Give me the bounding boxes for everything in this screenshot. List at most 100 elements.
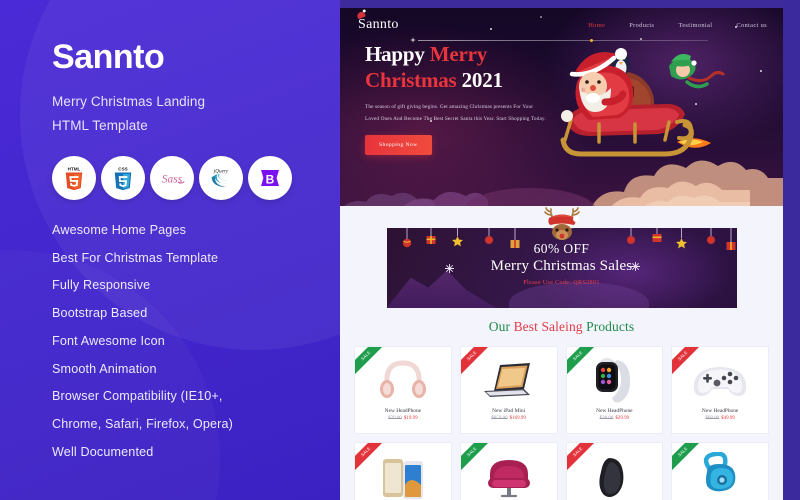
jquery-icon: jQuery	[211, 168, 229, 187]
feature-item: Chrome, Safari, Firefox, Opera)	[52, 417, 234, 432]
sale-badge: SALE	[355, 443, 385, 473]
product-price: $38.00 $29.99	[600, 416, 630, 421]
site-logo[interactable]: Sannto	[356, 10, 399, 33]
nav-link-products[interactable]: Products	[629, 22, 654, 29]
page-subtitle: Merry Christmas Landing HTML Template	[52, 90, 340, 138]
products-heading-best-saleing: Best Saleing	[513, 319, 587, 334]
sale-badge-label: SALE	[460, 443, 491, 472]
products-section: Our Best Saleing Products SALE New HeadP…	[340, 308, 783, 500]
svg-text:HTML: HTML	[68, 166, 81, 171]
feature-item: Browser Compatibility (IE10+,	[52, 389, 223, 404]
product-card[interactable]: SALE	[459, 442, 558, 500]
products-heading-products: Products	[586, 319, 635, 334]
hero-heading-happy: Happy	[365, 42, 430, 66]
product-name: New HeadPhone	[384, 408, 422, 414]
screenshot-root: Sannto Merry Christmas Landing HTML Temp…	[0, 0, 800, 500]
product-old-price: $29.00	[388, 416, 402, 421]
sale-badge: SALE	[460, 443, 491, 473]
sale-badge-label: SALE	[672, 443, 703, 472]
product-name: New HeadPhone	[596, 408, 633, 414]
sale-badge: SALE	[672, 347, 703, 377]
hero-heading-line-1: Happy Merry	[365, 41, 600, 67]
feature-item: Awesome Home Pages	[52, 222, 187, 237]
jquery-badge: jQuery	[199, 155, 243, 200]
product-price: $68.00 $49.99	[705, 416, 735, 421]
banner-promo-code: Please Use Code: QRS2801	[523, 279, 600, 287]
promo-left-panel: Sannto Merry Christmas Landing HTML Temp…	[0, 0, 340, 500]
reindeer-icon	[543, 207, 580, 240]
site-logo-label: Sannto	[358, 17, 399, 32]
nav-link-home[interactable]: Home	[588, 22, 605, 29]
hero-heading-merry: Merry	[429, 42, 488, 66]
svg-text:B: B	[266, 172, 275, 186]
svg-text:Sass: Sass	[162, 173, 183, 185]
product-card[interactable]: SALE	[565, 442, 664, 500]
product-card[interactable]: SALE New Head	[565, 346, 664, 434]
products-heading-our: Our	[488, 319, 514, 334]
product-grid: SALE New HeadPhone $29.00 $19.99 SALE Ne…	[340, 335, 783, 500]
html5-icon: HTML	[65, 166, 83, 190]
bootstrap-icon: B	[261, 169, 279, 186]
product-card[interactable]: SALE New iPad Mini $859.00 $169.99	[459, 346, 558, 434]
sale-badge: SALE	[355, 347, 385, 377]
product-price: $29.00 $19.99	[388, 416, 418, 421]
product-name: New iPad Mini	[492, 408, 526, 414]
product-old-price: $38.00	[599, 416, 614, 421]
products-heading: Our Best Saleing Products	[340, 319, 783, 335]
sale-badge-label: SALE	[355, 443, 385, 472]
hero-content: Happy Merry Christmas 2021 The season of…	[340, 33, 600, 155]
sass-icon: Sass	[162, 173, 185, 185]
vacuum-icon	[703, 452, 736, 492]
nav-link-contact-us[interactable]: Contact us	[736, 22, 767, 29]
product-old-price: $68.00	[705, 416, 720, 421]
feature-item: Bootstrap Based	[52, 306, 148, 321]
css3-icon: CSS	[114, 166, 132, 190]
smartwatch-icon	[596, 358, 631, 403]
product-new-price: $29.99	[615, 416, 630, 421]
product-card[interactable]: SALE	[671, 442, 769, 500]
subtitle-line-1: Merry Christmas Landing	[52, 93, 206, 109]
site-navbar: Sannto Home Products Testimonial Contact…	[340, 8, 783, 33]
sale-badge-label: SALE	[566, 443, 597, 472]
sass-badge: Sass	[150, 155, 194, 200]
product-old-price: $859.00	[491, 416, 508, 421]
hero-heading-year: 2021	[461, 68, 503, 93]
feature-item: Font Awesome Icon	[52, 333, 165, 348]
nav-link-testimonial[interactable]: Testimonial	[678, 22, 712, 29]
sale-badge: SALE	[566, 443, 597, 473]
sale-badge: SALE	[460, 347, 491, 377]
website-preview: Sannto Home Products Testimonial Contact…	[340, 8, 783, 500]
page-title: Sannto	[52, 38, 165, 76]
subtitle-line-2: HTML Template	[52, 117, 148, 133]
tech-badge-row: HTML CSS Sass jQuery B	[52, 155, 340, 200]
html5-badge: HTML	[52, 155, 96, 200]
sale-badge: SALE	[566, 347, 597, 377]
hero-paragraph: The season of gift giving begins. Get am…	[365, 103, 546, 123]
product-card[interactable]: SALE New Head	[671, 346, 769, 434]
product-card[interactable]: SALE	[354, 442, 452, 500]
sale-badge-label: SALE	[566, 347, 597, 376]
hero-section: Sannto Home Products Testimonial Contact…	[340, 8, 783, 206]
template-preview-panel: Sannto Home Products Testimonial Contact…	[340, 0, 800, 500]
hero-heading-line-2: Christmas 2021	[365, 67, 600, 93]
banner-discount: 60% OFF	[533, 241, 590, 256]
sale-badge-label: SALE	[355, 347, 385, 376]
hero-heading: Happy Merry Christmas 2021	[365, 41, 600, 94]
product-new-price: $49.99	[721, 416, 735, 421]
sale-badge-label: SALE	[460, 347, 491, 376]
product-new-price: $19.99	[403, 416, 418, 421]
sale-badge: SALE	[672, 443, 703, 473]
product-name: New HeadPhone	[701, 408, 739, 414]
product-card[interactable]: SALE New HeadPhone $29.00 $19.99	[354, 346, 452, 434]
feature-item: Well Documented	[52, 444, 154, 459]
product-price: $859.00 $169.99	[491, 416, 526, 421]
shopping-now-button[interactable]: Shopping Now	[365, 134, 432, 155]
feature-item: Fully Responsive	[52, 278, 151, 293]
sale-badge-label: SALE	[672, 347, 703, 376]
feature-item: Best For Christmas Template	[52, 250, 219, 265]
svg-text:CSS: CSS	[118, 166, 127, 171]
css3-badge: CSS	[101, 155, 145, 200]
feature-item: Smooth Animation	[52, 361, 157, 376]
banner-title: Merry Christmas Sales	[490, 257, 633, 274]
nav-links: Home Products Testimonial Contact us	[588, 22, 767, 29]
